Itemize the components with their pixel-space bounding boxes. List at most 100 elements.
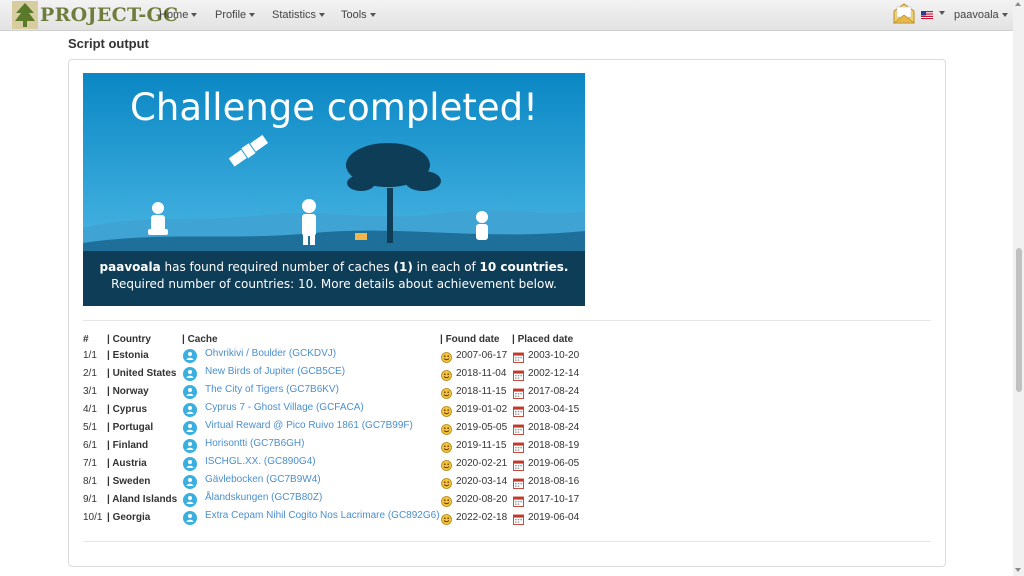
chevron-down-icon xyxy=(1001,13,1008,18)
calendar-icon xyxy=(513,440,524,453)
cache-link[interactable]: New Birds of Jupiter (GCB5CE) xyxy=(205,366,345,377)
chevron-down-icon xyxy=(319,13,326,18)
cache-link[interactable]: Virtual Reward @ Pico Ruivo 1861 (GC7B99… xyxy=(205,420,413,431)
row-number: 7/1 xyxy=(83,458,97,469)
envelope-icon[interactable] xyxy=(892,2,916,26)
cache-link[interactable]: ISCHGL.XX. (GC890G4) xyxy=(205,456,316,467)
row-country: | Georgia xyxy=(107,512,151,523)
placed-date: 2003-10-20 xyxy=(528,350,580,361)
virtual-cache-icon xyxy=(183,385,197,399)
row-country: | Portugal xyxy=(107,422,154,433)
placed-date: 2018-08-19 xyxy=(528,440,580,451)
header-country: | Country xyxy=(107,334,151,345)
calendar-icon xyxy=(513,368,524,381)
brand-logo[interactable]: PROJECT-GC xyxy=(12,0,178,30)
nav-tools[interactable]: Tools xyxy=(341,0,376,30)
cache-link[interactable]: Horisontti (GC7B6GH) xyxy=(205,438,304,449)
banner-text-b: in each of xyxy=(413,260,480,274)
tree-logo-icon xyxy=(12,1,38,29)
header-placed-date: | Placed date xyxy=(512,334,574,345)
scrollbar-thumb[interactable] xyxy=(1016,248,1022,392)
nav-profile-label: Profile xyxy=(215,9,247,21)
calendar-icon xyxy=(513,494,524,507)
row-number: 4/1 xyxy=(83,404,97,415)
banner-text-a: has found required number of caches xyxy=(161,260,394,274)
us-flag-icon[interactable] xyxy=(921,11,933,19)
found-date: 2018-11-15 xyxy=(456,386,507,397)
virtual-cache-icon xyxy=(183,439,197,453)
nav-tools-label: Tools xyxy=(341,9,367,21)
user-menu[interactable]: paavoala xyxy=(954,0,1008,30)
scroll-down-arrow-icon[interactable] xyxy=(1015,568,1021,572)
smiley-icon xyxy=(441,368,452,381)
found-date: 2019-05-05 xyxy=(456,422,508,433)
section-title: Script output xyxy=(68,36,149,51)
header-num: # xyxy=(83,334,89,345)
banner-line2: Required number of countries: 10. More d… xyxy=(111,277,557,291)
virtual-cache-icon xyxy=(183,493,197,507)
cache-link[interactable]: Ohvrikivi / Boulder (GCKDVJ) xyxy=(205,348,336,359)
chevron-down-icon xyxy=(369,13,376,18)
calendar-icon xyxy=(513,458,524,471)
cache-link[interactable]: The City of Tigers (GC7B6KV) xyxy=(205,384,339,395)
banner-count: (1) xyxy=(393,260,412,274)
smiley-icon xyxy=(441,440,452,453)
virtual-cache-icon xyxy=(183,403,197,417)
cache-link[interactable]: Ålandskungen (GC7B80Z) xyxy=(205,492,322,503)
calendar-icon xyxy=(513,386,524,399)
calendar-icon xyxy=(513,476,524,489)
calendar-icon xyxy=(513,512,524,525)
cache-link[interactable]: Gävlebocken (GC7B9W4) xyxy=(205,474,321,485)
cache-link[interactable]: Cyprus 7 - Ghost Village (GCFACA) xyxy=(205,402,364,413)
row-number: 9/1 xyxy=(83,494,97,505)
placed-date: 2017-10-17 xyxy=(528,494,580,505)
chevron-down-icon xyxy=(191,13,198,18)
virtual-cache-icon xyxy=(183,367,197,381)
placed-date: 2003-04-15 xyxy=(528,404,580,415)
banner-headline: Challenge completed! xyxy=(130,86,538,129)
smiley-icon xyxy=(441,350,452,363)
username-label: paavoala xyxy=(954,9,999,21)
banner-username: paavoala xyxy=(100,260,161,274)
row-country: | Finland xyxy=(107,440,149,451)
row-number: 1/1 xyxy=(83,350,97,361)
header-found-date: | Found date xyxy=(440,334,500,345)
row-number: 8/1 xyxy=(83,476,97,487)
smiley-icon xyxy=(441,476,452,489)
row-country: | Sweden xyxy=(107,476,151,487)
placed-date: 2018-08-16 xyxy=(528,476,580,487)
placed-date: 2018-08-24 xyxy=(528,422,580,433)
placed-date: 2019-06-05 xyxy=(528,458,580,469)
nav-home[interactable]: Home xyxy=(159,0,198,30)
nav-statistics[interactable]: Statistics xyxy=(272,0,326,30)
row-country: | Austria xyxy=(107,458,147,469)
nav-statistics-label: Statistics xyxy=(272,9,317,21)
chevron-down-icon[interactable] xyxy=(939,11,945,15)
virtual-cache-icon xyxy=(183,475,197,489)
scroll-up-arrow-icon[interactable] xyxy=(1015,2,1021,6)
row-country: | Aland Islands xyxy=(107,494,178,505)
nav-home-label: Home xyxy=(159,9,189,21)
nav-profile[interactable]: Profile xyxy=(215,0,256,30)
found-date: 2019-01-02 xyxy=(456,404,508,415)
found-date: 2007-06-17 xyxy=(456,350,508,361)
divider xyxy=(83,541,931,542)
placed-date: 2002-12-14 xyxy=(528,368,580,379)
calendar-icon xyxy=(513,350,524,363)
placed-date: 2017-08-24 xyxy=(528,386,580,397)
row-number: 10/1 xyxy=(83,512,103,523)
calendar-icon xyxy=(513,422,524,435)
banner-line1: paavoala has found required number of ca… xyxy=(100,260,569,274)
row-number: 5/1 xyxy=(83,422,97,433)
found-date: 2018-11-04 xyxy=(456,368,507,379)
row-country: | Estonia xyxy=(107,350,149,361)
calendar-icon xyxy=(513,404,524,417)
smiley-icon xyxy=(441,422,452,435)
smiley-icon xyxy=(441,494,452,507)
smiley-icon xyxy=(441,404,452,417)
row-number: 6/1 xyxy=(83,440,97,451)
cache-link[interactable]: Extra Cepam Nihil Cogito Nos Lacrimare (… xyxy=(205,510,440,521)
virtual-cache-icon xyxy=(183,457,197,471)
virtual-cache-icon xyxy=(183,421,197,435)
found-date: 2022-02-18 xyxy=(456,512,508,523)
